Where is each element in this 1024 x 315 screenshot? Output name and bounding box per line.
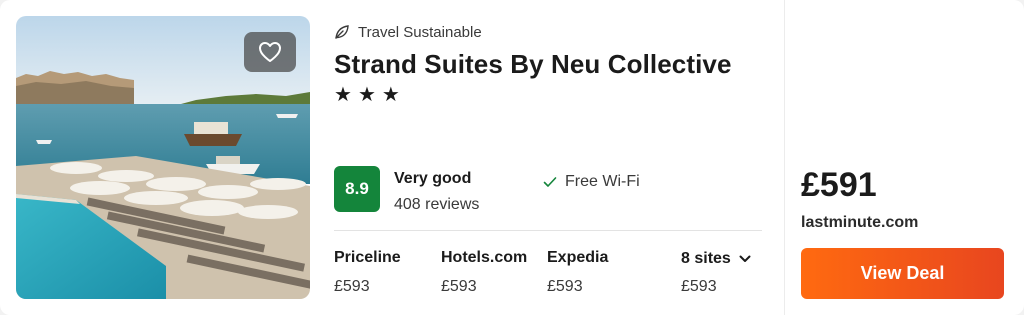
more-sites-dropdown[interactable]: 8 sites £593: [681, 249, 751, 296]
amenity-item: Free Wi-Fi: [543, 172, 640, 192]
hotel-result-card[interactable]: Travel Sustainable Strand Suites By Neu …: [0, 0, 1024, 315]
sustainability-text: Travel Sustainable: [358, 23, 482, 41]
review-rating-label: Very good: [394, 170, 472, 187]
price-site-name: Hotels.com: [441, 249, 528, 266]
price-option-expedia[interactable]: Expedia £593: [547, 249, 608, 296]
star-icon: ★: [357, 84, 376, 106]
price-site-value: £593: [334, 278, 370, 295]
column-divider: [784, 0, 785, 315]
star-rating: ★ ★ ★: [334, 83, 400, 107]
amenity-label: Free Wi-Fi: [565, 173, 640, 190]
section-divider: [334, 230, 762, 231]
price-site-name: Priceline: [334, 249, 401, 266]
more-sites-label: 8 sites: [681, 250, 731, 267]
price-option-hotels-com[interactable]: Hotels.com £593: [441, 249, 527, 296]
sustainability-label: Travel Sustainable: [334, 22, 482, 42]
best-deal-price: £591: [801, 166, 877, 204]
review-score-badge: 8.9: [334, 166, 380, 212]
star-icon: ★: [334, 84, 352, 106]
price-site-value: £593: [547, 278, 583, 295]
review-count: 408 reviews: [394, 196, 480, 213]
price-site-value: £593: [441, 278, 477, 295]
check-icon: [543, 177, 557, 187]
hotel-name[interactable]: Strand Suites By Neu Collective: [334, 49, 732, 80]
favorite-button[interactable]: [244, 32, 296, 72]
heart-icon: [259, 42, 281, 62]
star-icon: ★: [381, 84, 400, 106]
price-site-name: Expedia: [547, 249, 609, 266]
more-sites-price: £593: [681, 278, 717, 295]
chevron-down-icon: [739, 255, 751, 262]
best-deal-site: lastminute.com: [801, 214, 919, 231]
view-deal-button[interactable]: View Deal: [801, 248, 1004, 299]
price-option-priceline[interactable]: Priceline £593: [334, 249, 401, 296]
leaf-icon: [335, 25, 349, 39]
